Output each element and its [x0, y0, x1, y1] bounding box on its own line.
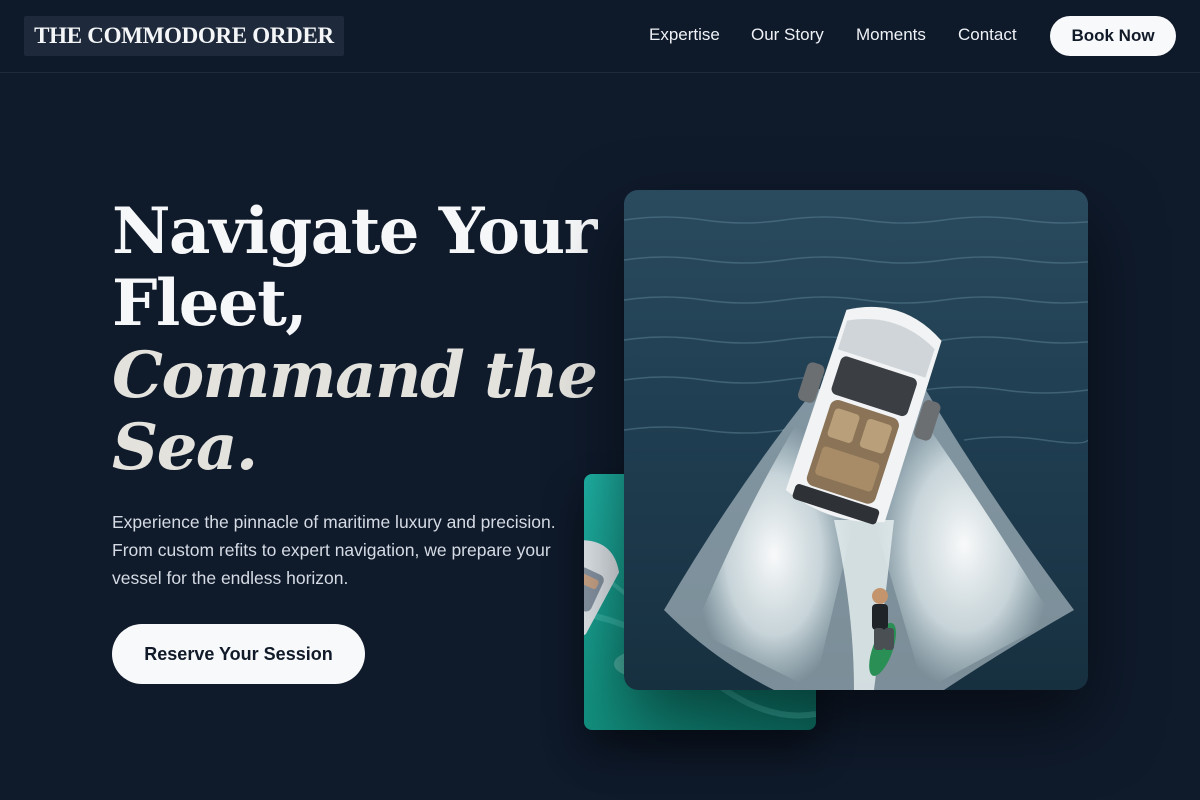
- nav-link-contact[interactable]: Contact: [958, 25, 1017, 45]
- speedboat-wakeboarder-icon: [624, 190, 1088, 690]
- hero-title-line-3: Command the: [112, 338, 598, 413]
- nav-link-our-story[interactable]: Our Story: [751, 25, 824, 45]
- hero-title: Navigate Your Fleet, Command the Sea.: [112, 194, 598, 485]
- nav-link-moments[interactable]: Moments: [856, 25, 926, 45]
- nav-link-expertise[interactable]: Expertise: [649, 25, 720, 45]
- book-now-button[interactable]: Book Now: [1050, 16, 1176, 56]
- hero-title-line-4: Sea.: [112, 410, 258, 485]
- hero-title-line-1: Navigate Your: [112, 194, 597, 269]
- reserve-session-button[interactable]: Reserve Your Session: [112, 624, 365, 684]
- hero-title-line-2: Fleet,: [112, 266, 308, 341]
- brand-logo[interactable]: THE COMMODORE ORDER: [24, 16, 344, 56]
- top-navigation: THE COMMODORE ORDER Expertise Our Story …: [0, 0, 1200, 73]
- speedboat-wakeboarder-photo: [624, 190, 1088, 690]
- hero-description: Experience the pinnacle of maritime luxu…: [112, 512, 556, 588]
